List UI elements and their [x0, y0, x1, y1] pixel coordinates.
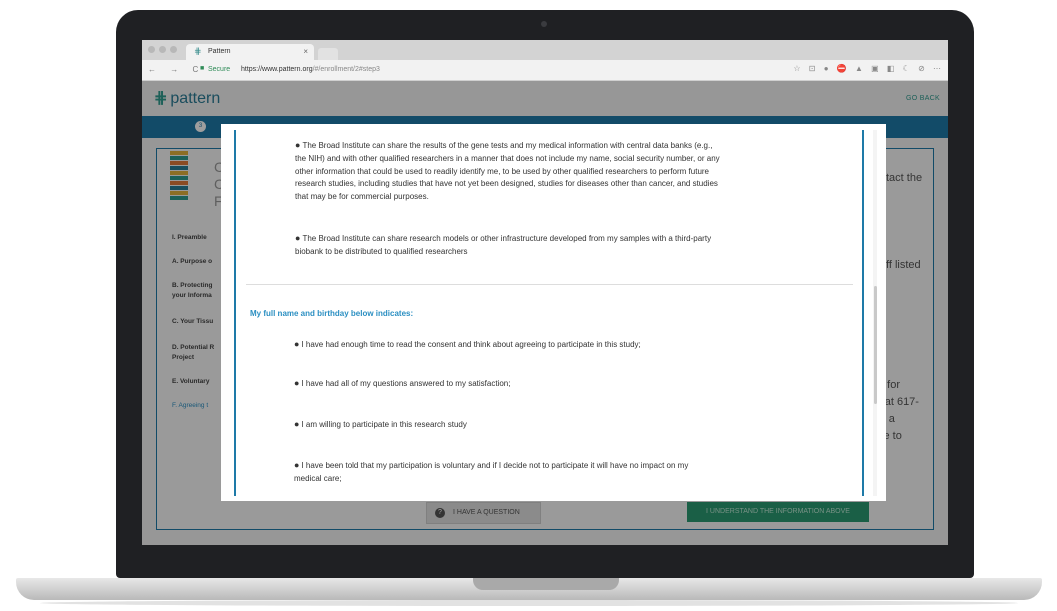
- statement-item: ● I am willing to participate in this res…: [294, 418, 834, 432]
- lock-icon: ■: [200, 65, 205, 72]
- modal-scrollbar-thumb[interactable]: [874, 286, 877, 404]
- paragraph-line: biobank to be distributed to qualified r…: [295, 246, 468, 256]
- paragraph-line: research studies, including studies that…: [295, 179, 718, 189]
- address-bar: ← → C ■ Secure https://www.pattern.org/#…: [142, 60, 948, 81]
- bullet-icon: ●: [294, 419, 300, 429]
- paragraph-line: that may be for commercial purposes.: [295, 192, 429, 202]
- close-tab-icon[interactable]: ×: [303, 47, 308, 56]
- camera-icon: [541, 21, 547, 27]
- paragraph-line: other information that could be used to …: [295, 166, 710, 176]
- paragraph-line: The Broad Institute can share the result…: [302, 141, 713, 150]
- screen: ⋕ Pattern × ← → C ■ Secure https://www.p…: [142, 40, 948, 545]
- modal-left-rule: [234, 130, 236, 496]
- url-field[interactable]: https://www.pattern.org/#/enrollment/2#s…: [241, 66, 380, 73]
- bullet-icon: ●: [295, 140, 301, 150]
- bullet-icon: ●: [294, 378, 300, 388]
- bullet-icon: ●: [294, 460, 300, 470]
- statement-item: ● I have been told that my participation …: [294, 459, 834, 486]
- statement-text: I have had enough time to read the conse…: [301, 340, 641, 349]
- laptop-shadow: [40, 600, 1018, 606]
- statement-text: I have had all of my questions answered …: [301, 379, 511, 388]
- section-heading: My full name and birthday below indicate…: [250, 309, 414, 318]
- statement-item: ● I have had all of my questions answered…: [294, 377, 834, 391]
- tab-title: Pattern: [208, 48, 231, 55]
- consent-paragraph: ● The Broad Institute can share research …: [295, 232, 865, 259]
- paragraph-line: The Broad Institute can share research m…: [302, 234, 712, 243]
- extension-icons[interactable]: ☆ ⊡ ● ⛔ ▲ ▣ ◧ ☾ ⊘ ⋯: [793, 64, 944, 73]
- nav-buttons[interactable]: ← → C: [148, 65, 204, 74]
- window-controls[interactable]: [148, 46, 177, 53]
- statement-text: medical care;: [294, 473, 342, 483]
- bullet-icon: ●: [295, 233, 301, 243]
- tab-strip: ⋕ Pattern ×: [142, 40, 948, 60]
- secure-label: Secure: [208, 66, 231, 73]
- pattern-favicon-icon: ⋕: [194, 46, 202, 56]
- consent-paragraph: ● The Broad Institute can share the resul…: [295, 139, 865, 204]
- url-path: /#/enrollment/2#step3: [312, 66, 380, 73]
- bullet-icon: ●: [294, 339, 300, 349]
- new-tab-button[interactable]: [318, 48, 338, 60]
- laptop-notch: [473, 578, 619, 590]
- statement-item: ● I have had enough time to read the cons…: [294, 338, 834, 352]
- paragraph-line: the NIH) and with other qualified resear…: [295, 153, 720, 163]
- statement-text: I am willing to participate in this rese…: [301, 420, 467, 429]
- browser-tab[interactable]: ⋕ Pattern ×: [186, 44, 314, 60]
- section-divider: [246, 284, 853, 285]
- statement-text: I have been told that my participation i…: [301, 461, 689, 470]
- consent-modal: ● The Broad Institute can share the resul…: [221, 124, 886, 501]
- url-domain: https://www.pattern.org: [241, 66, 313, 73]
